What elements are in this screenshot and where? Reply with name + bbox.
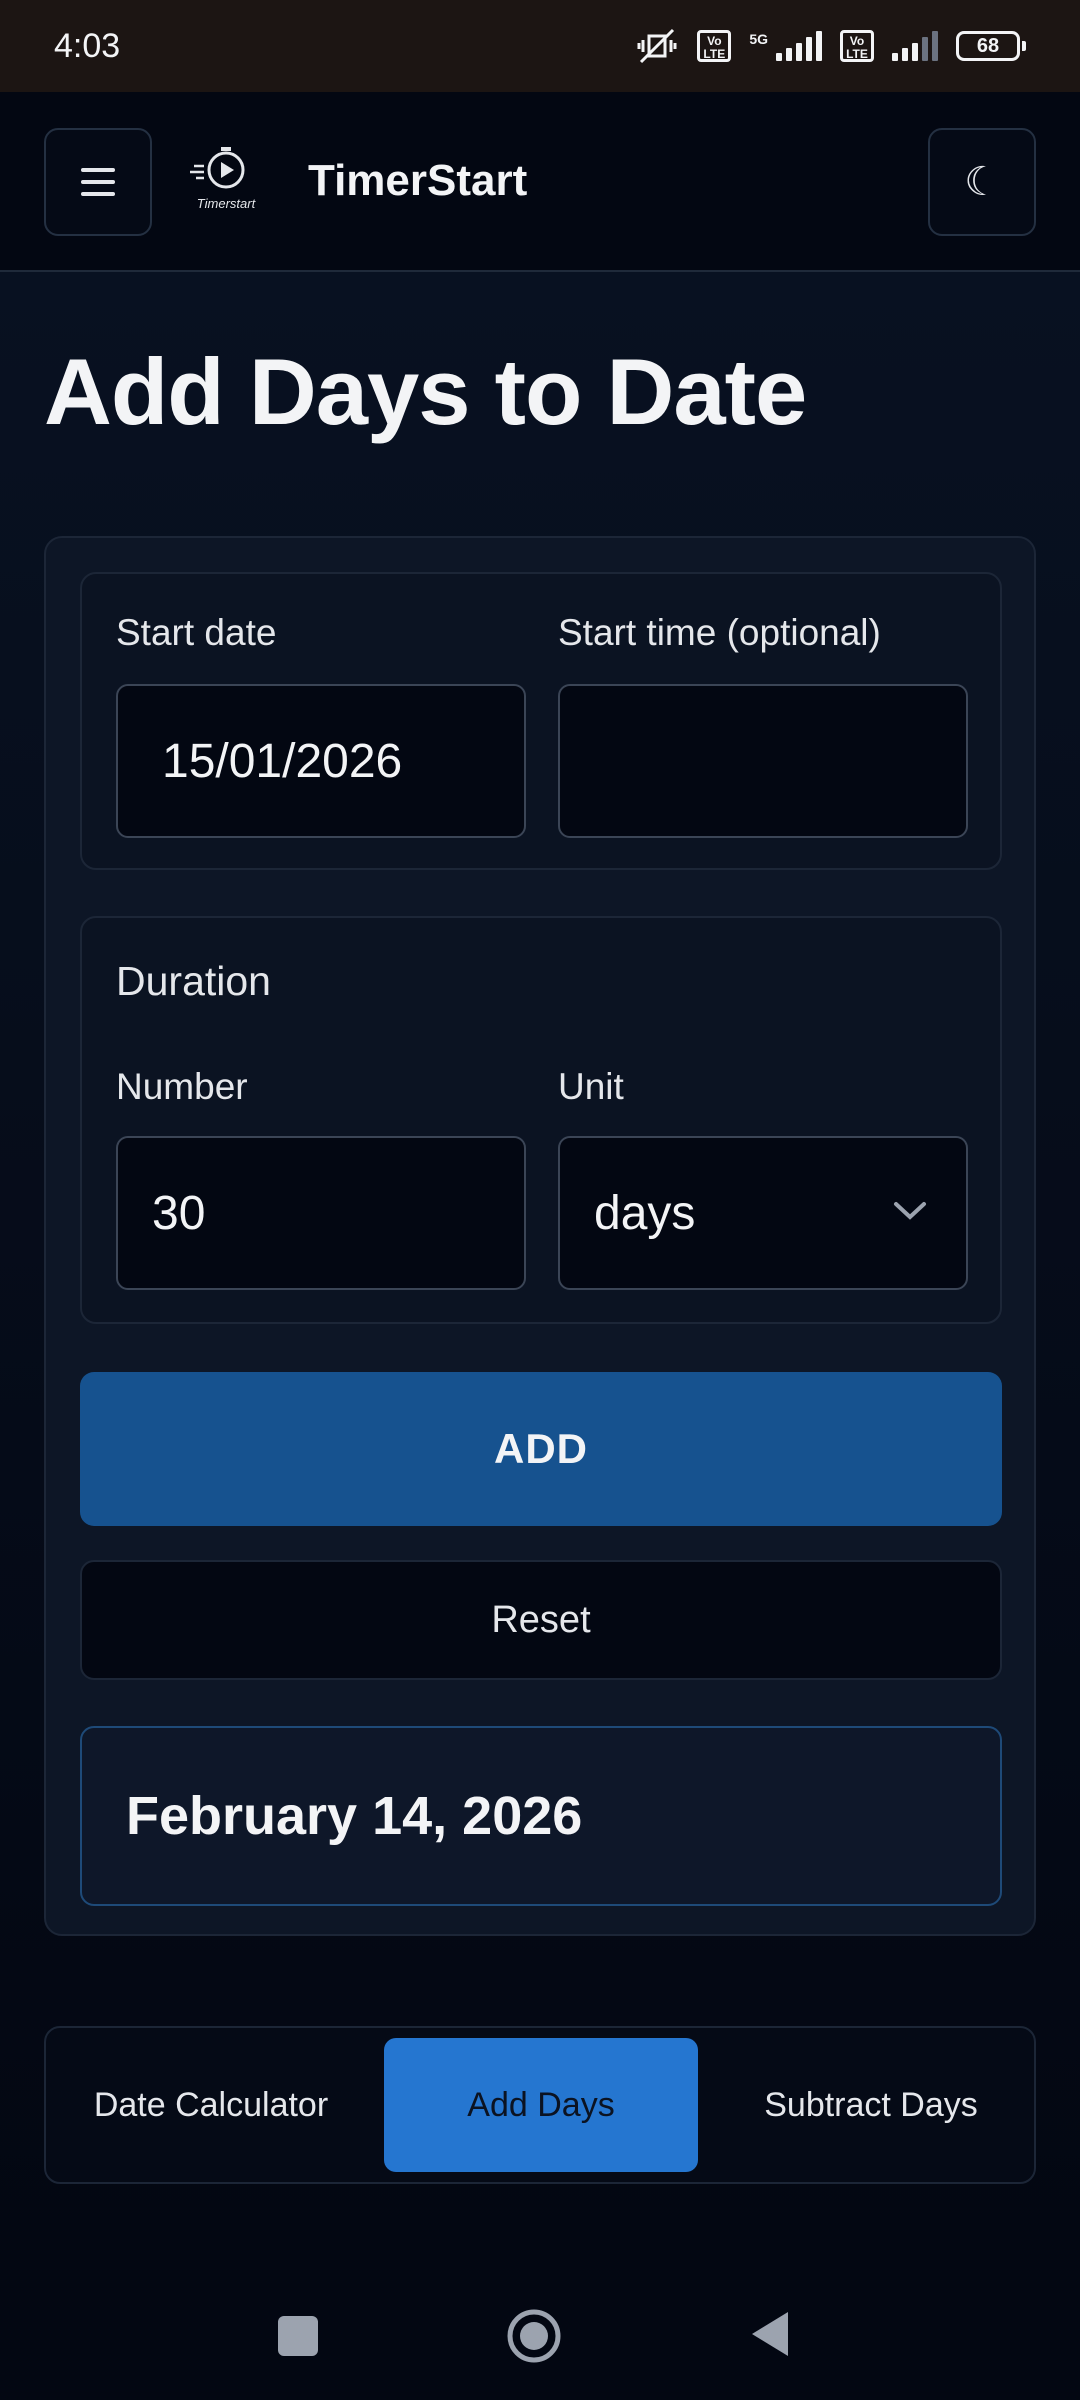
start-date-input[interactable]: 15/01/2026 [116, 684, 526, 838]
chevron-down-icon [894, 1202, 926, 1220]
moon-icon: ☾ [964, 160, 1000, 204]
main-content: Add Days to Date Start date Start time (… [0, 272, 1080, 2252]
duration-panel: Duration Number Unit 30 days [80, 916, 1002, 1324]
system-nav-bar [0, 2252, 1080, 2400]
status-time: 4:03 [54, 26, 121, 65]
recents-icon[interactable] [278, 2316, 318, 2356]
tab-add-days[interactable]: Add Days [384, 2038, 698, 2172]
volte-icon-2: Vo LTE [840, 30, 874, 62]
start-time-input[interactable] [558, 684, 968, 838]
tab-bar: Date Calculator Add Days Subtract Days [44, 2026, 1036, 2184]
duration-title: Duration [116, 958, 271, 1004]
theme-toggle-button[interactable]: ☾ [928, 128, 1036, 236]
status-icons: Vo LTE 5G Vo LTE 68 [635, 28, 1026, 64]
volte-icon: Vo LTE [697, 30, 732, 62]
reset-button[interactable]: Reset [80, 1560, 1002, 1680]
number-input[interactable]: 30 [116, 1136, 526, 1290]
page-title: Add Days to Date [44, 339, 807, 444]
tab-subtract-days[interactable]: Subtract Days [714, 2038, 1028, 2172]
number-label: Number [116, 1066, 248, 1107]
unit-label: Unit [558, 1066, 624, 1107]
network-type: 5G [749, 31, 768, 47]
result-box: February 14, 2026 [80, 1726, 1002, 1906]
status-bar: 4:03 Vo LTE 5G Vo LTE 68 [0, 0, 1080, 92]
app-bar: Timerstart TimerStart ☾ [0, 92, 1080, 272]
home-icon[interactable] [506, 2308, 562, 2364]
hamburger-menu-icon [81, 168, 115, 196]
app-title: TimerStart [308, 156, 528, 205]
unit-select-value: days [594, 1186, 696, 1240]
logo-text: Timerstart [196, 196, 256, 211]
menu-button[interactable] [44, 128, 152, 236]
tab-date-calculator[interactable]: Date Calculator [56, 2038, 366, 2172]
add-button[interactable]: ADD [80, 1372, 1002, 1526]
vibrate-mute-icon [637, 28, 677, 64]
back-icon[interactable] [748, 2308, 792, 2360]
start-date-label: Start date [116, 612, 277, 653]
unit-select[interactable]: days [558, 1136, 968, 1290]
signal-icon [776, 31, 822, 61]
start-panel: Start date Start time (optional) 15/01/2… [80, 572, 1002, 870]
battery-icon: 68 [956, 31, 1026, 61]
calculator-card: Start date Start time (optional) 15/01/2… [44, 536, 1036, 1936]
result-value: February 14, 2026 [126, 1786, 583, 1846]
signal-icon-2 [892, 31, 938, 61]
start-time-label: Start time (optional) [558, 612, 881, 653]
